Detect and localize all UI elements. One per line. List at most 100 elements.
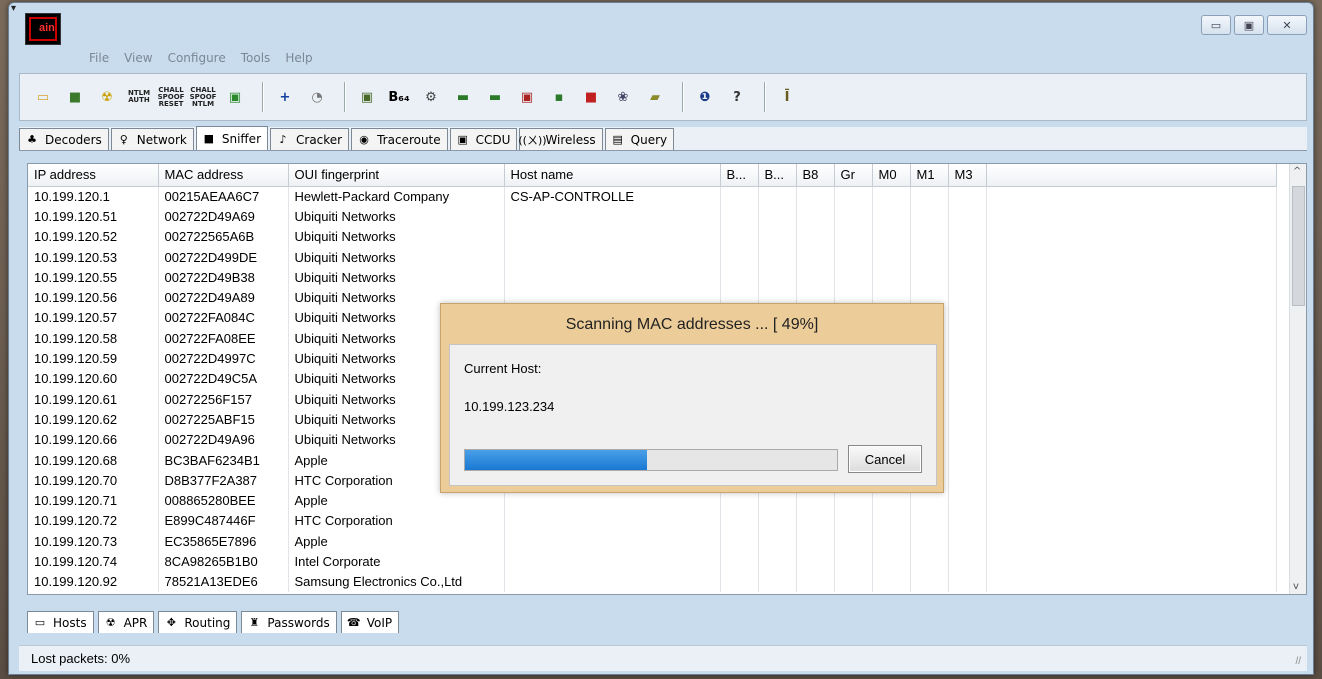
- table-row[interactable]: 10.199.120.92 78521A13EDE6 Samsung Electro…: [28, 571, 1277, 592]
- tab-label: Wireless: [545, 132, 596, 147]
- tab-cracker[interactable]: ♪ Cracker: [270, 128, 350, 150]
- base64-icon[interactable]: B₆₄: [388, 86, 410, 108]
- query-icon: ▤: [612, 133, 623, 146]
- tab-apr[interactable]: ☢ APR: [97, 611, 155, 633]
- column-header[interactable]: Host name: [504, 164, 721, 187]
- table-cell: 002722565A6B: [158, 226, 289, 247]
- table-cell: [948, 470, 987, 491]
- tab-traceroute[interactable]: ◉ Traceroute: [351, 128, 448, 150]
- chall-spoof-reset-icon[interactable]: CHALL SPOOF RESET: [158, 86, 185, 108]
- table-cell: [948, 206, 987, 227]
- column-header[interactable]: OUI fingerprint: [288, 164, 505, 187]
- table-cell: 10.199.120.74: [28, 551, 159, 572]
- column-header[interactable]: B...: [720, 164, 759, 187]
- table-cell: [910, 246, 949, 268]
- table-row[interactable]: 10.199.120.72 E899C487446F HTC Corporation: [28, 510, 1277, 532]
- tab-passwords[interactable]: ♜ Passwords: [241, 611, 337, 633]
- cisco-icon[interactable]: ▪: [548, 86, 570, 108]
- tab-ccdu[interactable]: ▣ CCDU: [449, 128, 518, 150]
- table-cell: [986, 531, 1277, 552]
- scroll-thumb[interactable]: [1292, 186, 1305, 306]
- exit-icon[interactable]: Ī: [776, 86, 798, 108]
- column-header[interactable]: IP address: [28, 164, 159, 187]
- column-header[interactable]: M3: [948, 164, 987, 187]
- table-row[interactable]: 10.199.120.73 EC35865E7896 Apple: [28, 531, 1277, 552]
- menu-help[interactable]: Help: [285, 51, 312, 65]
- ccdu-icon: ▣: [457, 133, 468, 146]
- tools-icon[interactable]: ⚙: [420, 86, 442, 108]
- certificate-icon[interactable]: ▣: [224, 86, 246, 108]
- chall-spoof-ntlm-icon[interactable]: CHALL SPOOF NTLM: [190, 86, 217, 108]
- remove-icon[interactable]: ◔: [306, 86, 328, 108]
- routing-icon: ✥: [166, 616, 176, 629]
- add-icon[interactable]: +: [274, 86, 296, 108]
- table-cell: [986, 470, 1277, 491]
- column-header[interactable]: M0: [872, 164, 911, 187]
- apr-tab-icon: ☢: [105, 616, 116, 629]
- tab-query[interactable]: ▤ Query: [604, 128, 675, 150]
- scroll-up-icon[interactable]: ^: [1293, 166, 1301, 177]
- ntlm-auth-icon[interactable]: NTLM AUTH: [128, 86, 150, 108]
- wireless-icon[interactable]: ❀: [612, 86, 634, 108]
- scroll-down-icon[interactable]: v: [1293, 581, 1299, 592]
- sniffer-icon[interactable]: ■: [64, 86, 86, 108]
- info-icon[interactable]: ❶: [694, 86, 716, 108]
- column-header[interactable]: Gr: [834, 164, 873, 187]
- column-header[interactable]: B...: [758, 164, 797, 187]
- table-cell: [948, 571, 987, 592]
- column-header[interactable]: M1: [910, 164, 949, 187]
- table-row[interactable]: 10.199.120.52 002722565A6B Ubiquiti Networ…: [28, 226, 1277, 247]
- table-row[interactable]: 10.199.120.55 002722D49B38 Ubiquiti Networ…: [28, 267, 1277, 288]
- rdp-icon[interactable]: ▣: [516, 86, 538, 108]
- table-cell: 0027225ABF15: [158, 409, 289, 430]
- maximize-button[interactable]: ▣: [1234, 15, 1264, 35]
- column-header[interactable]: B8: [796, 164, 835, 187]
- help-icon[interactable]: ?: [726, 86, 748, 108]
- cancel-button[interactable]: Cancel: [848, 445, 922, 473]
- tab-hosts[interactable]: ▭ Hosts: [27, 611, 94, 633]
- tab-sniffer[interactable]: ■ Sniffer: [195, 126, 268, 150]
- box-icon[interactable]: ■: [580, 86, 602, 108]
- table-cell: 002722D49C5A: [158, 368, 289, 389]
- open-folder-icon[interactable]: ▭: [32, 86, 54, 108]
- toolbar-separator: [344, 82, 346, 112]
- table-cell: 10.199.120.92: [28, 571, 159, 592]
- tab-network[interactable]: ♀ Network: [110, 128, 194, 150]
- table-cell: [720, 571, 759, 592]
- menu-view[interactable]: View: [124, 51, 152, 65]
- table-row[interactable]: 10.199.120.1 00215AEAA6C7 Hewlett-Packard …: [28, 186, 1277, 207]
- minimize-button[interactable]: ▭: [1201, 15, 1231, 35]
- table-cell: [834, 267, 873, 288]
- column-header[interactable]: MAC address: [158, 164, 289, 187]
- menu-tools[interactable]: Tools: [241, 51, 271, 65]
- resize-grip-icon[interactable]: //: [1295, 656, 1301, 667]
- table-cell: [720, 531, 759, 552]
- vertical-scrollbar[interactable]: ^ v: [1289, 164, 1306, 594]
- table-cell: D8B377F2A387: [158, 470, 289, 491]
- table-cell: [796, 226, 835, 247]
- table-cell: Samsung Electronics Co.,Ltd: [288, 571, 505, 592]
- network-scan-icon[interactable]: ▣: [356, 86, 378, 108]
- table-cell: [758, 226, 797, 247]
- table-row[interactable]: 10.199.120.53 002722D499DE Ubiquiti Networ…: [28, 246, 1277, 268]
- key-icon[interactable]: ▰: [644, 86, 666, 108]
- menu-file[interactable]: File: [89, 51, 109, 65]
- vpn-icon[interactable]: ▬: [484, 86, 506, 108]
- tab-decoders[interactable]: ♣ Decoders: [19, 128, 109, 150]
- table-cell: 10.199.120.71: [28, 490, 159, 511]
- apr-icon[interactable]: ☢: [96, 86, 118, 108]
- lsa-secrets-icon[interactable]: ▬: [452, 86, 474, 108]
- table-cell: [834, 226, 873, 247]
- current-host-value: 10.199.123.234: [464, 399, 555, 414]
- system-menu-icon[interactable]: ▾: [11, 3, 16, 14]
- table-row[interactable]: 10.199.120.74 8CA98265B1B0 Intel Corporate: [28, 551, 1277, 572]
- table-row[interactable]: 10.199.120.71 008865280BEE Apple: [28, 490, 1277, 511]
- column-header-filler: [986, 164, 1277, 187]
- table-cell: Ubiquiti Networks: [288, 206, 505, 227]
- tab-voip[interactable]: ☎ VoIP: [340, 611, 400, 633]
- tab-wireless[interactable]: ((ㄨ)) Wireless: [518, 128, 603, 150]
- close-button[interactable]: ✕: [1267, 15, 1307, 35]
- menu-configure[interactable]: Configure: [168, 51, 226, 65]
- tab-routing[interactable]: ✥ Routing: [158, 611, 238, 633]
- table-row[interactable]: 10.199.120.51 002722D49A69 Ubiquiti Networ…: [28, 206, 1277, 227]
